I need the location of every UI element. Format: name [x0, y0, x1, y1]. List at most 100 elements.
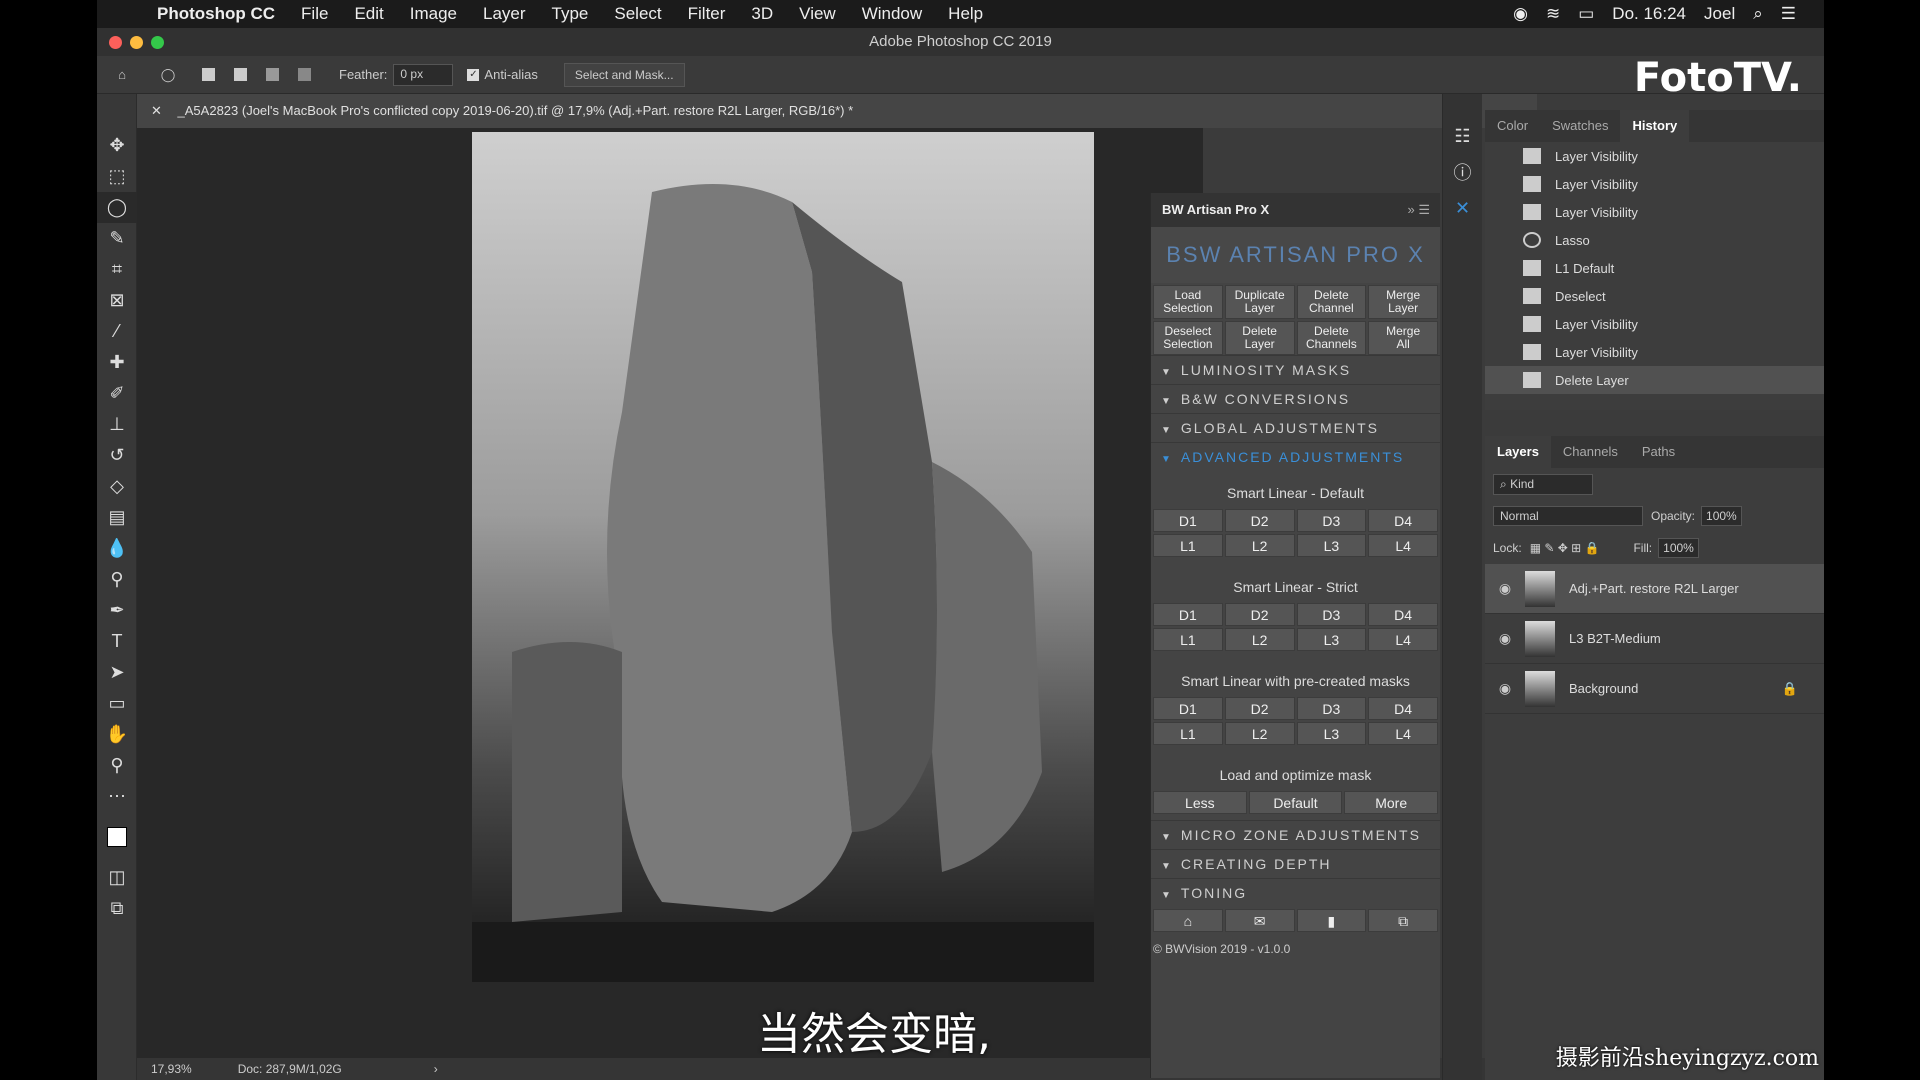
- masks-d4-button[interactable]: D4: [1368, 697, 1438, 720]
- home-icon[interactable]: ⌂: [1153, 909, 1223, 932]
- menu-3d[interactable]: 3D: [751, 4, 773, 24]
- merge-layer-button[interactable]: Merge Layer: [1368, 285, 1438, 319]
- delete-channel-button[interactable]: Delete Channel: [1296, 285, 1367, 319]
- stamp-tool-icon[interactable]: ⊥: [97, 409, 137, 440]
- section-micro-zone[interactable]: ▼ MICRO ZONE ADJUSTMENTS: [1151, 820, 1440, 849]
- default-l2-button[interactable]: L2: [1224, 534, 1295, 557]
- masks-l1-button[interactable]: L1: [1153, 722, 1223, 745]
- close-window-icon[interactable]: [109, 36, 122, 49]
- deselect-selection-button[interactable]: Deselect Selection: [1153, 321, 1223, 355]
- bw-artisan-tab[interactable]: BW Artisan Pro X » ☰: [1151, 193, 1440, 227]
- menu-window[interactable]: Window: [862, 4, 922, 24]
- menu-filter[interactable]: Filter: [688, 4, 726, 24]
- status-arrow-icon[interactable]: ›: [434, 1062, 438, 1076]
- fill-input[interactable]: 100%: [1658, 538, 1699, 558]
- masks-l4-button[interactable]: L4: [1368, 722, 1438, 745]
- history-item[interactable]: Layer Visibility: [1485, 310, 1824, 338]
- antialias-checkbox[interactable]: ✓: [467, 68, 480, 81]
- tab-swatches[interactable]: Swatches: [1540, 110, 1620, 142]
- brush-tool-icon[interactable]: ✐: [97, 378, 137, 409]
- battery-icon[interactable]: ▭: [1578, 4, 1594, 24]
- history-item[interactable]: L1 Default: [1485, 254, 1824, 282]
- pen-tool-icon[interactable]: ✒: [97, 595, 137, 626]
- load-selection-button[interactable]: Load Selection: [1153, 285, 1223, 319]
- menu-layer[interactable]: Layer: [483, 4, 526, 24]
- bw-artisan-icon[interactable]: ✕: [1443, 190, 1482, 226]
- gradient-tool-icon[interactable]: ▤: [97, 502, 137, 533]
- tab-color[interactable]: Color: [1485, 110, 1540, 142]
- section-toning[interactable]: ▼ TONING: [1151, 878, 1440, 907]
- history-item[interactable]: Layer Visibility: [1485, 338, 1824, 366]
- layer-row[interactable]: ◉ L3 B2T-Medium: [1485, 614, 1824, 664]
- adjustments-icon[interactable]: ☷: [1443, 118, 1482, 154]
- tab-layers[interactable]: Layers: [1485, 436, 1551, 468]
- history-item-selected[interactable]: Delete Layer: [1485, 366, 1824, 394]
- rectangle-tool-icon[interactable]: ▭: [97, 688, 137, 719]
- menu-edit[interactable]: Edit: [354, 4, 383, 24]
- history-item[interactable]: Layer Visibility: [1485, 198, 1824, 226]
- clock[interactable]: Do. 16:24: [1612, 4, 1686, 24]
- masks-d2-button[interactable]: D2: [1224, 697, 1295, 720]
- app-menu[interactable]: Photoshop CC: [157, 4, 275, 24]
- color-swatches-icon[interactable]: [97, 812, 137, 862]
- panel-menu-icon[interactable]: » ☰: [1408, 193, 1431, 227]
- history-brush-tool-icon[interactable]: ↺: [97, 440, 137, 471]
- menu-image[interactable]: Image: [410, 4, 457, 24]
- history-item[interactable]: Deselect: [1485, 282, 1824, 310]
- default-l4-button[interactable]: L4: [1368, 534, 1438, 557]
- section-global-adjustments[interactable]: ▼ GLOBAL ADJUSTMENTS: [1151, 413, 1440, 442]
- less-button[interactable]: Less: [1153, 791, 1247, 814]
- section-luminosity-masks[interactable]: ▼ LUMINOSITY MASKS: [1151, 355, 1440, 384]
- layer-row[interactable]: ◉ Adj.+Part. restore R2L Larger: [1485, 564, 1824, 614]
- kind-filter[interactable]: ⌕ Kind: [1493, 473, 1593, 495]
- history-item[interactable]: Layer Visibility: [1485, 170, 1824, 198]
- zoom-window-icon[interactable]: [151, 36, 164, 49]
- tab-channels[interactable]: Channels: [1551, 436, 1630, 468]
- frame-tool-icon[interactable]: ⊠: [97, 285, 137, 316]
- menu-type[interactable]: Type: [552, 4, 589, 24]
- eraser-tool-icon[interactable]: ◇: [97, 471, 137, 502]
- strict-l4-button[interactable]: L4: [1368, 628, 1438, 651]
- duplicate-layer-button[interactable]: Duplicate Layer: [1224, 285, 1295, 319]
- mail-icon[interactable]: ✉: [1224, 909, 1295, 932]
- path-select-tool-icon[interactable]: ➤: [97, 657, 137, 688]
- strict-l1-button[interactable]: L1: [1153, 628, 1223, 651]
- default-d2-button[interactable]: D2: [1224, 509, 1295, 532]
- wifi-icon[interactable]: ≋: [1546, 4, 1560, 24]
- screen-mode-icon[interactable]: ⧉: [97, 893, 137, 924]
- delete-channels-button[interactable]: Delete Channels: [1296, 321, 1367, 355]
- default-d3-button[interactable]: D3: [1296, 509, 1367, 532]
- delete-layer-button[interactable]: Delete Layer: [1224, 321, 1295, 355]
- strict-l2-button[interactable]: L2: [1224, 628, 1295, 651]
- lasso-tool-icon[interactable]: ◯: [97, 192, 137, 223]
- search-icon[interactable]: ⌕: [1753, 4, 1763, 24]
- marquee-tool-icon[interactable]: ⬚: [97, 161, 137, 192]
- type-tool-icon[interactable]: T: [97, 626, 137, 657]
- menu-file[interactable]: File: [301, 4, 328, 24]
- default-l1-button[interactable]: L1: [1153, 534, 1223, 557]
- history-item[interactable]: Layer Visibility: [1485, 142, 1824, 170]
- copy-icon[interactable]: ⧉: [1368, 909, 1438, 932]
- merge-all-button[interactable]: Merge All: [1368, 321, 1438, 355]
- more-tools-icon[interactable]: ⋯: [97, 781, 137, 812]
- lasso-preset-icon[interactable]: ◯: [157, 66, 179, 84]
- more-button[interactable]: More: [1344, 791, 1438, 814]
- minimize-window-icon[interactable]: [130, 36, 143, 49]
- visibility-eye-icon[interactable]: ◉: [1485, 630, 1525, 647]
- menu-select[interactable]: Select: [614, 4, 661, 24]
- strict-d2-button[interactable]: D2: [1224, 603, 1295, 626]
- crop-tool-icon[interactable]: ⌗: [97, 254, 137, 285]
- info-icon[interactable]: ⓘ: [1443, 154, 1482, 190]
- tab-paths[interactable]: Paths: [1630, 436, 1687, 468]
- intersect-selection-icon[interactable]: [293, 66, 315, 84]
- opacity-input[interactable]: 100%: [1701, 506, 1742, 526]
- strict-d3-button[interactable]: D3: [1296, 603, 1367, 626]
- default-l3-button[interactable]: L3: [1296, 534, 1367, 557]
- new-selection-icon[interactable]: [197, 66, 219, 84]
- building-photo[interactable]: [472, 132, 1094, 982]
- section-advanced-adjustments[interactable]: ▼ ADVANCED ADJUSTMENTS: [1151, 442, 1440, 471]
- feather-input[interactable]: 0 px: [393, 63, 454, 86]
- select-and-mask-button[interactable]: Select and Mask...: [563, 62, 685, 87]
- menu-help[interactable]: Help: [948, 4, 983, 24]
- strict-d1-button[interactable]: D1: [1153, 603, 1223, 626]
